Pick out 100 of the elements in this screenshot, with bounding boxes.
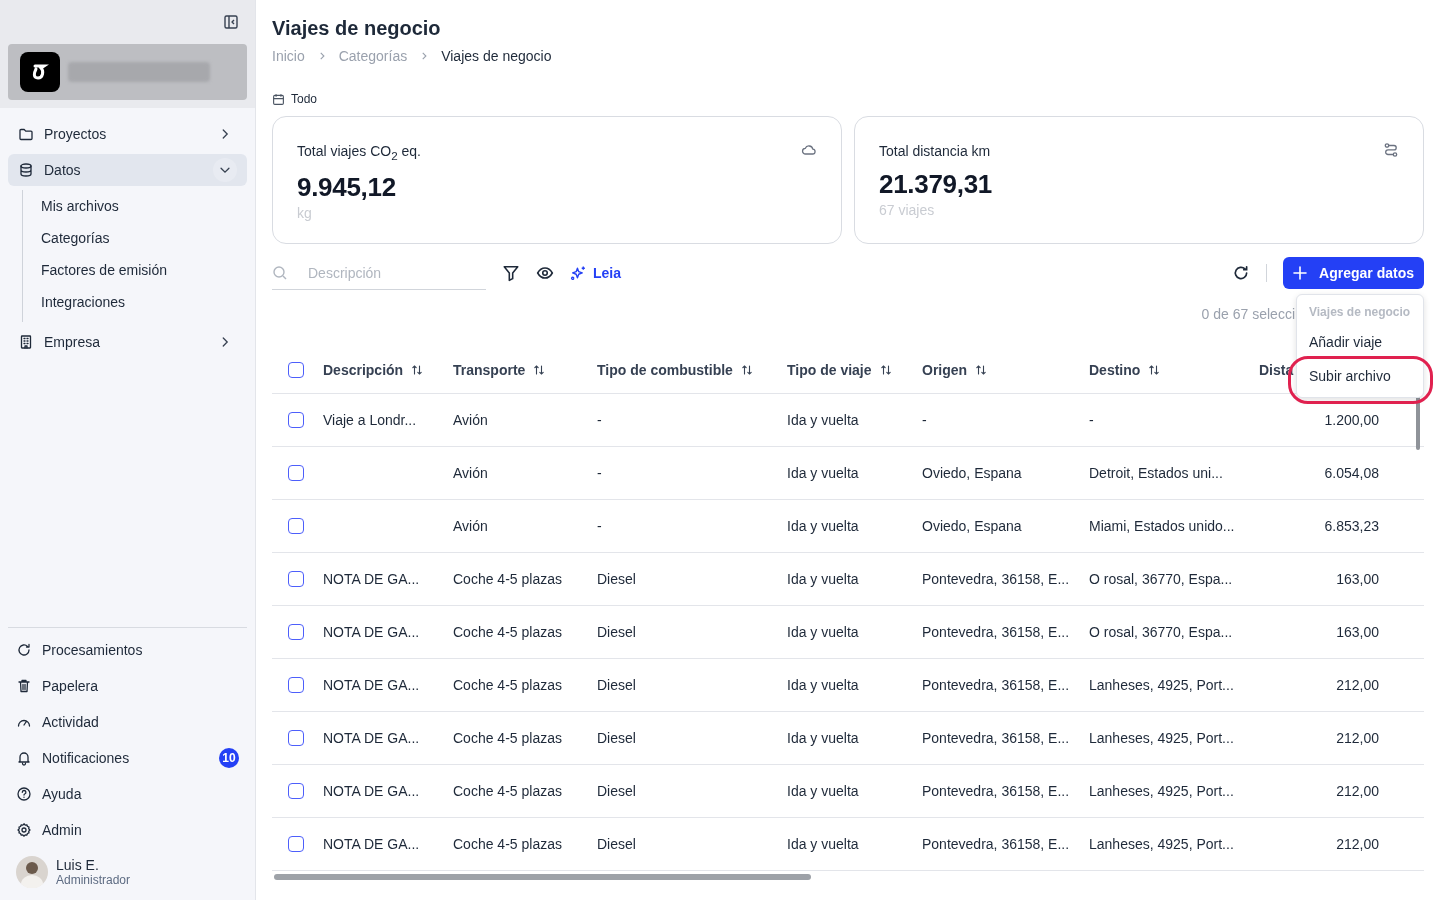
checkbox[interactable]	[288, 412, 304, 428]
help-icon	[16, 786, 32, 802]
eye-icon[interactable]	[536, 264, 554, 282]
table-cell: NOTA DE GA...	[323, 730, 420, 746]
trash-icon	[16, 678, 32, 694]
table-cell: Coche 4-5 plazas	[453, 783, 562, 799]
breadcrumb-link[interactable]: Viajes de negocio	[441, 48, 552, 64]
table-cell: Avión	[453, 465, 488, 481]
workspace-switcher[interactable]	[8, 44, 247, 100]
sidebar-item[interactable]: Datos	[8, 154, 247, 186]
menu-item[interactable]: Añadir viaje	[1297, 325, 1423, 359]
table-cell: Pontevedra, 36158, E...	[922, 677, 1070, 693]
sidebar-item[interactable]: Proyectos	[8, 118, 247, 150]
table-cell: O rosal, 36770, Espa...	[1089, 624, 1233, 640]
route-icon	[1383, 142, 1399, 158]
table-cell: -	[1089, 412, 1094, 428]
table-cell: Oviedo, Espana	[922, 465, 1022, 481]
sort-icon[interactable]	[411, 363, 424, 376]
table-cell: Ida y vuelta	[787, 783, 859, 799]
sidebar-toggle-icon[interactable]	[223, 14, 239, 30]
checkbox[interactable]	[288, 730, 304, 746]
table-cell: Pontevedra, 36158, E...	[922, 571, 1070, 587]
sidebar-subitem[interactable]: Categorías	[23, 222, 247, 254]
selection-count: 0 de 67 selecci	[1201, 306, 1295, 322]
checkbox[interactable]	[288, 836, 304, 852]
table-cell: Ida y vuelta	[787, 571, 859, 587]
period-label[interactable]: Todo	[291, 92, 318, 106]
table-cell: Ida y vuelta	[787, 465, 859, 481]
sidebar-item[interactable]: Actividad	[8, 706, 247, 738]
menu-heading: Viajes de negocio	[1308, 304, 1412, 321]
plus-icon	[1293, 266, 1308, 280]
user-role: Administrador	[56, 873, 131, 887]
table-cell: Lanheses, 4925, Port...	[1089, 836, 1234, 852]
settings-icon	[16, 822, 32, 838]
table-cell: 212,00	[1336, 677, 1379, 693]
table-cell: -	[922, 412, 927, 428]
sidebar-subitem[interactable]: Factores de emisión	[23, 254, 247, 286]
sort-icon[interactable]	[740, 363, 753, 376]
scrollbar[interactable]	[274, 874, 811, 880]
table-cell: Coche 4-5 plazas	[453, 677, 562, 693]
item-label: Admin	[42, 822, 83, 838]
sidebar-item[interactable]: Papelera	[8, 670, 247, 702]
sidebar-item[interactable]: Ayuda	[8, 778, 247, 810]
sidebar-item[interactable]: Admin	[8, 814, 247, 846]
column-header[interactable]: Destino	[1089, 361, 1141, 378]
sort-icon[interactable]	[879, 363, 892, 376]
checkbox[interactable]	[288, 518, 304, 534]
column-header[interactable]: Tipo de viaje	[787, 361, 872, 378]
menu-item[interactable]: Subir archivo	[1297, 359, 1423, 393]
sidebar-item[interactable]: Notificaciones 10	[8, 742, 247, 774]
table-cell: Diesel	[597, 624, 636, 640]
table-cell: NOTA DE GA...	[323, 783, 420, 799]
sort-icon[interactable]	[533, 363, 546, 376]
checkbox[interactable]	[288, 624, 304, 640]
add-data-button[interactable]: Agregar datos	[1283, 257, 1424, 289]
table-cell: Lanheses, 4925, Port...	[1089, 677, 1234, 693]
table-cell: -	[597, 412, 602, 428]
table-cell: Oviedo, Espana	[922, 518, 1022, 534]
table-cell: Ida y vuelta	[787, 412, 859, 428]
table-cell: Pontevedra, 36158, E...	[922, 836, 1070, 852]
sidebar-item[interactable]: Procesamientos	[8, 634, 247, 666]
table-cell: Diesel	[597, 730, 636, 746]
table-cell: -	[597, 465, 602, 481]
column-header[interactable]: Tipo de combustible	[597, 361, 733, 378]
sidebar-subitem[interactable]: Integraciones	[23, 286, 247, 318]
table-cell: Ida y vuelta	[787, 677, 859, 693]
item-label: Notificaciones	[42, 750, 131, 766]
table-cell: 6.853,23	[1324, 518, 1379, 534]
checkbox[interactable]	[288, 783, 304, 799]
stat-value: 21.379,31	[879, 169, 993, 200]
table-cell: 212,00	[1336, 836, 1379, 852]
table-cell: Lanheses, 4925, Port...	[1089, 730, 1234, 746]
notification-badge: 10	[219, 748, 239, 768]
table-cell: Pontevedra, 36158, E...	[922, 624, 1070, 640]
table-cell: Ida y vuelta	[787, 730, 859, 746]
avatar[interactable]	[16, 856, 48, 888]
checkbox[interactable]	[288, 677, 304, 693]
checkbox[interactable]	[288, 465, 304, 481]
column-header[interactable]: Origen	[922, 361, 968, 378]
table-cell: NOTA DE GA...	[323, 571, 420, 587]
assistant-button[interactable]: Leia	[570, 264, 621, 282]
table-cell: Avión	[453, 518, 488, 534]
item-label: Papelera	[42, 678, 100, 694]
checkbox[interactable]	[288, 571, 304, 587]
table-cell: 163,00	[1336, 571, 1379, 587]
search-field[interactable]: Descripción	[272, 256, 486, 290]
sidebar-subitem[interactable]: Mis archivos	[23, 190, 247, 222]
item-label: Actividad	[42, 714, 100, 730]
table-cell: Ida y vuelta	[787, 836, 859, 852]
sort-icon[interactable]	[1148, 363, 1161, 376]
filter-icon[interactable]	[502, 264, 520, 282]
building-icon	[18, 334, 34, 350]
column-header[interactable]: Descripción	[323, 361, 404, 378]
checkbox[interactable]	[288, 361, 304, 378]
sort-icon[interactable]	[975, 363, 988, 376]
table-cell: Avión	[453, 412, 488, 428]
stat-title: Total distancia km	[879, 143, 991, 159]
sidebar-item[interactable]: Empresa	[8, 326, 247, 358]
table-cell: Pontevedra, 36158, E...	[922, 783, 1070, 799]
column-header[interactable]: Transporte	[453, 361, 526, 378]
